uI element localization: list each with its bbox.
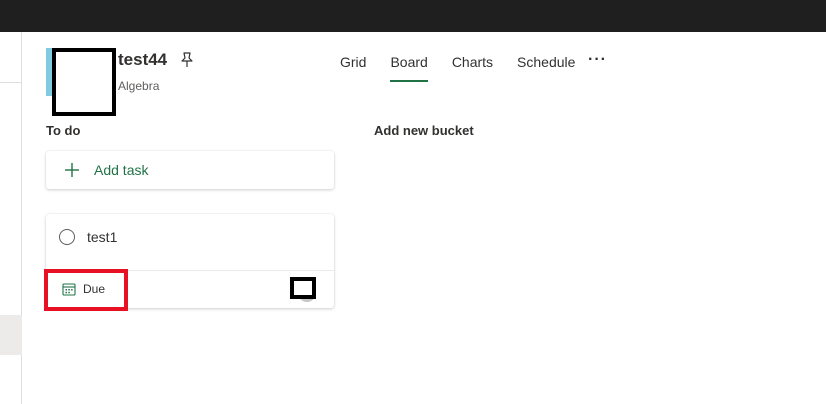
view-tabs: Grid Board Charts Schedule (340, 54, 599, 82)
tab-schedule[interactable]: Schedule (517, 54, 575, 82)
nav-selected-item[interactable] (0, 315, 22, 355)
bucket-title[interactable]: To do (46, 123, 80, 138)
highlight-box (44, 269, 128, 311)
plan-group-name: Algebra (118, 79, 160, 93)
plan-avatar (52, 48, 116, 116)
plan-title: test44 (118, 50, 168, 69)
pin-icon[interactable] (178, 51, 196, 69)
plus-icon (65, 163, 79, 177)
tab-board[interactable]: Board (390, 54, 429, 82)
task-card[interactable]: test1 Due (44, 214, 334, 311)
left-navigation-rail (0, 32, 22, 404)
more-options-icon[interactable]: ··· (588, 51, 607, 69)
add-task-button[interactable]: Add task (46, 151, 334, 189)
tab-charts[interactable]: Charts (452, 54, 493, 82)
task-complete-checkbox[interactable] (59, 229, 75, 245)
add-new-bucket-button[interactable]: Add new bucket (374, 123, 474, 138)
assignee-avatar[interactable] (290, 277, 316, 299)
app-top-bar (0, 0, 826, 32)
add-task-label: Add task (94, 162, 149, 178)
tab-grid[interactable]: Grid (340, 54, 366, 82)
nav-divider (0, 82, 22, 83)
task-title: test1 (87, 229, 118, 245)
